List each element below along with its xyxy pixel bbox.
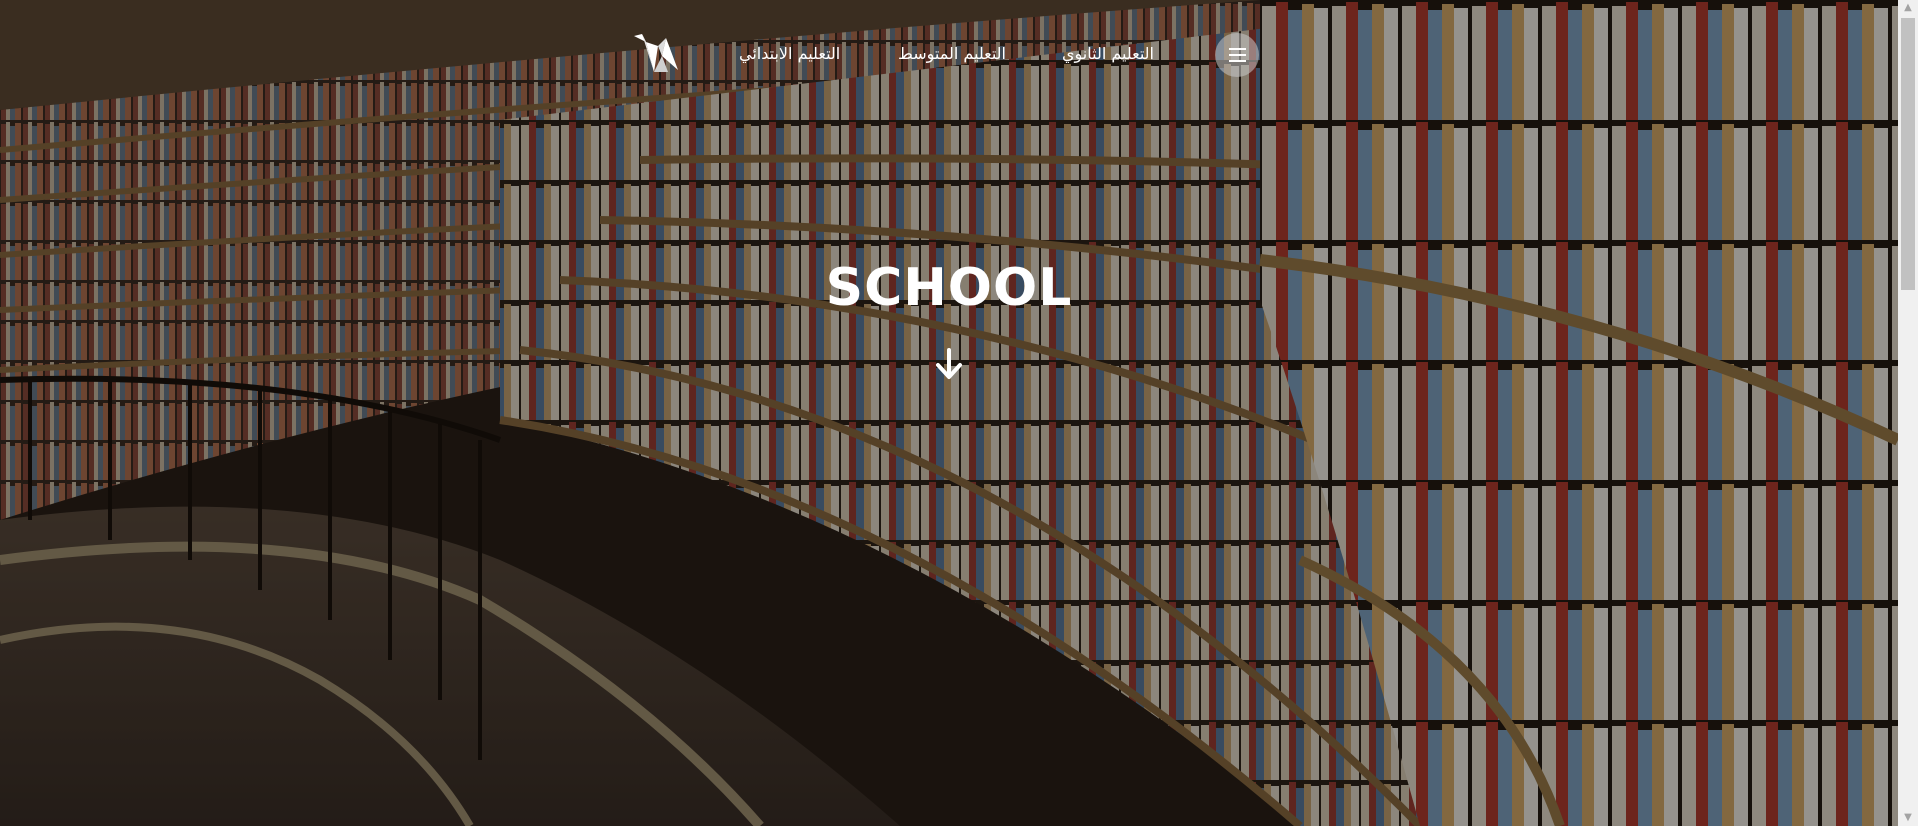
page: التعليم الابتدائي التعليم المتوسط التعلي… [0,0,1918,826]
scroll-up-icon[interactable]: ▲ [1898,0,1918,16]
arrow-down-icon[interactable] [933,346,965,382]
nav-link-middle-education[interactable]: التعليم المتوسط [898,44,1006,63]
top-navigation: التعليم الابتدائي التعليم المتوسط التعلي… [0,28,1898,80]
nav-link-secondary-education[interactable]: التعليم الثانوي [1062,44,1154,63]
nav-link-primary-education[interactable]: التعليم الابتدائي [739,44,840,63]
scrollbar-thumb[interactable] [1901,18,1915,290]
hero-title: SCHOOL [825,258,1073,318]
menu-button[interactable] [1215,33,1259,77]
page-scrollbar[interactable]: ▲ ▼ [1898,0,1918,826]
origami-bird-icon[interactable] [632,32,680,74]
hero-dark-overlay [0,0,1898,826]
scroll-down-icon[interactable]: ▼ [1898,810,1918,826]
